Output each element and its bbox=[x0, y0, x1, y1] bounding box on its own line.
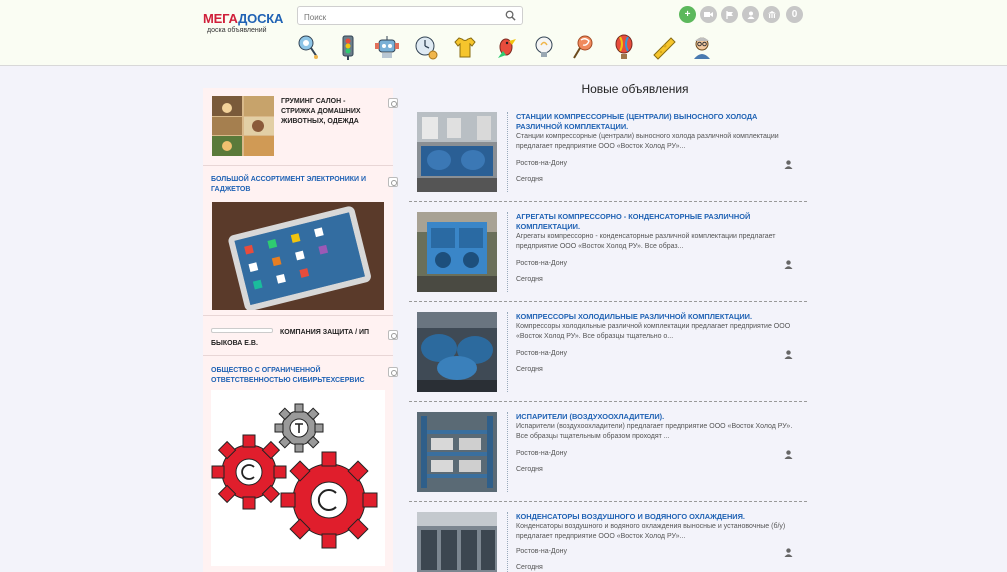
listing-item[interactable]: КОНДЕНСАТОРЫ ВОЗДУШНОГО И ВОДЯНОГО ОХЛАЖ… bbox=[409, 502, 807, 572]
user-icon[interactable] bbox=[784, 548, 793, 557]
pin-icon[interactable] bbox=[388, 330, 398, 340]
listing-item[interactable]: КОМПРЕССОРЫ ХОЛОДИЛЬНЫЕ РАЗЛИЧНОЙ КОМПЛЕ… bbox=[409, 302, 807, 402]
tshirt-icon[interactable] bbox=[452, 33, 478, 61]
promo-title[interactable]: КОМПАНИЯ ЗАЩИТА / ИП bbox=[280, 328, 380, 338]
lollipop-icon[interactable] bbox=[570, 33, 596, 61]
flag-icon[interactable] bbox=[721, 6, 738, 23]
listing-city: Ростов-на-Дону bbox=[516, 548, 567, 555]
balloon-icon[interactable] bbox=[611, 33, 637, 61]
page-title: Новые объявления bbox=[581, 82, 689, 96]
site-header: МЕГАДОСКА доска объявлений Поиск + 0 bbox=[0, 0, 1007, 66]
listing-item[interactable]: ИСПАРИТЕЛИ (ВОЗДУХООХЛАДИТЕЛИ). Испарите… bbox=[409, 402, 807, 502]
pin-icon[interactable] bbox=[388, 177, 398, 187]
robot-icon[interactable] bbox=[374, 33, 400, 61]
listing-item[interactable]: СТАНЦИИ КОМПРЕССОРНЫЕ (ЦЕНТРАЛИ) ВЫНОСНО… bbox=[409, 102, 807, 202]
listing-date: Сегодня bbox=[516, 564, 543, 571]
professor-icon[interactable] bbox=[689, 33, 715, 61]
cheese-icon[interactable] bbox=[651, 33, 677, 61]
listing-thumbnail[interactable] bbox=[417, 512, 497, 572]
listing-thumbnail[interactable] bbox=[417, 412, 497, 492]
listing-thumbnail[interactable] bbox=[417, 312, 497, 392]
clock-money-icon[interactable] bbox=[413, 33, 439, 61]
user-icon[interactable] bbox=[784, 350, 793, 359]
promo-card-zashchita[interactable]: КОМПАНИЯ ЗАЩИТА / ИП БЫКОВА Е.В. bbox=[203, 316, 398, 356]
logo-doska-text: ДОСКА bbox=[238, 11, 284, 26]
user-actions: + 0 bbox=[679, 6, 805, 24]
listing-title[interactable]: СТАНЦИИ КОМПРЕССОРНЫЕ (ЦЕНТРАЛИ) ВЫНОСНО… bbox=[516, 112, 797, 132]
logo-mega-text: МЕГА bbox=[203, 11, 239, 26]
listing-date: Сегодня bbox=[516, 466, 543, 473]
listing-city: Ростов-на-Дону bbox=[516, 260, 567, 267]
listing-body: КОМПРЕССОРЫ ХОЛОДИЛЬНЫЕ РАЗЛИЧНОЙ КОМПЛЕ… bbox=[507, 312, 797, 392]
promo-card-grooming[interactable]: ГРУМИНГ САЛОН - СТРИЖКА ДОМАШНИХ ЖИВОТНЫ… bbox=[203, 88, 398, 166]
add-listing-button[interactable]: + bbox=[679, 6, 696, 23]
traffic-light-icon[interactable] bbox=[335, 33, 361, 61]
pin-icon[interactable] bbox=[388, 367, 398, 377]
promo-card-electronics[interactable]: БОЛЬШОЙ АССОРТИМЕНТ ЭЛЕКТРОНИКИ И ГАДЖЕТ… bbox=[203, 166, 398, 316]
listing-body: СТАНЦИИ КОМПРЕССОРНЫЕ (ЦЕНТРАЛИ) ВЫНОСНО… bbox=[507, 112, 797, 192]
children-icon[interactable] bbox=[295, 33, 321, 61]
listing-body: АГРЕГАТЫ КОМПРЕССОРНО - КОНДЕНСАТОРНЫЕ Р… bbox=[507, 212, 797, 292]
listing-item[interactable]: АГРЕГАТЫ КОМПРЕССОРНО - КОНДЕНСАТОРНЫЕ Р… bbox=[409, 202, 807, 302]
logo-subtitle: доска объявлений bbox=[207, 27, 267, 34]
site-logo[interactable]: МЕГАДОСКА доска объявлений bbox=[203, 12, 283, 42]
grooming-image[interactable] bbox=[212, 96, 274, 156]
pin-icon[interactable] bbox=[388, 98, 398, 108]
tablet-image[interactable] bbox=[212, 202, 384, 310]
listing-date: Сегодня bbox=[516, 276, 543, 283]
bank-icon[interactable] bbox=[763, 6, 780, 23]
listing-description: Компрессоры холодильные различной компле… bbox=[516, 323, 791, 340]
listing-title[interactable]: АГРЕГАТЫ КОМПРЕССОРНО - КОНДЕНСАТОРНЫЕ Р… bbox=[516, 212, 797, 232]
user-icon[interactable] bbox=[784, 160, 793, 169]
listing-body: КОНДЕНСАТОРЫ ВОЗДУШНОГО И ВОДЯНОГО ОХЛАЖ… bbox=[507, 512, 797, 572]
listing-description: Станции компрессорные (централи) выносно… bbox=[516, 133, 779, 150]
promo-card-sibirtekhservis[interactable]: ОБЩЕСТВО С ОГРАНИЧЕННОЙ ОТВЕТСТВЕННОСТЬЮ… bbox=[203, 356, 398, 572]
lightbulb-icon[interactable] bbox=[531, 33, 557, 61]
listing-title[interactable]: КОМПРЕССОРЫ ХОЛОДИЛЬНЫЕ РАЗЛИЧНОЙ КОМПЛЕ… bbox=[516, 312, 797, 322]
search-box bbox=[297, 6, 523, 26]
user-icon[interactable] bbox=[784, 450, 793, 459]
counter-badge[interactable]: 0 bbox=[786, 6, 803, 23]
user-icon[interactable] bbox=[784, 260, 793, 269]
listing-city: Ростов-на-Дону bbox=[516, 160, 567, 167]
promo-image-placeholder bbox=[211, 328, 273, 333]
search-input[interactable] bbox=[298, 9, 494, 26]
listing-title[interactable]: КОНДЕНСАТОРЫ ВОЗДУШНОГО И ВОДЯНОГО ОХЛАЖ… bbox=[516, 512, 797, 522]
listing-description: Конденсаторы воздушного и водяного охлаж… bbox=[516, 523, 786, 540]
listing-description: Испарители (воздухоохладители) предлагае… bbox=[516, 423, 793, 440]
listing-description: Агрегаты компрессорно - конденсаторные р… bbox=[516, 233, 776, 250]
listing-date: Сегодня bbox=[516, 176, 543, 183]
promo-title[interactable]: ОБЩЕСТВО С ОГРАНИЧЕННОЙ ОТВЕТСТВЕННОСТЬЮ… bbox=[211, 366, 381, 386]
video-icon[interactable] bbox=[700, 6, 717, 23]
parrot-icon[interactable] bbox=[494, 33, 520, 61]
listing-thumbnail[interactable] bbox=[417, 112, 497, 192]
promo-title[interactable]: БОЛЬШОЙ АССОРТИМЕНТ ЭЛЕКТРОНИКИ И ГАДЖЕТ… bbox=[211, 175, 381, 195]
listing-thumbnail[interactable] bbox=[417, 212, 497, 292]
listing-city: Ростов-на-Дону bbox=[516, 450, 567, 457]
category-bar bbox=[295, 33, 725, 61]
sidebar-promo: ГРУМИНГ САЛОН - СТРИЖКА ДОМАШНИХ ЖИВОТНЫ… bbox=[203, 88, 398, 572]
promo-title-line2[interactable]: БЫКОВА Е.В. bbox=[211, 339, 311, 349]
listing-body: ИСПАРИТЕЛИ (ВОЗДУХООХЛАДИТЕЛИ). Испарите… bbox=[507, 412, 797, 492]
search-icon[interactable] bbox=[505, 10, 516, 21]
listing-title[interactable]: ИСПАРИТЕЛИ (ВОЗДУХООХЛАДИТЕЛИ). bbox=[516, 412, 797, 422]
promo-title[interactable]: ГРУМИНГ САЛОН - СТРИЖКА ДОМАШНИХ ЖИВОТНЫ… bbox=[281, 97, 376, 127]
listing-date: Сегодня bbox=[516, 366, 543, 373]
listing-city: Ростов-на-Дону bbox=[516, 350, 567, 357]
user-icon[interactable] bbox=[742, 6, 759, 23]
gears-logo-image[interactable] bbox=[211, 390, 385, 566]
